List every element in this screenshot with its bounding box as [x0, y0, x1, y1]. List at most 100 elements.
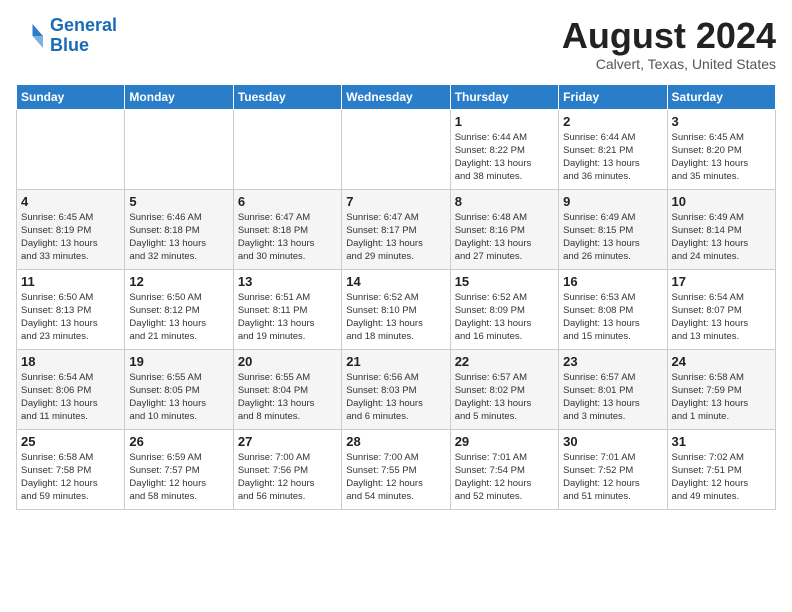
- day-number: 5: [129, 194, 228, 209]
- day-info: Sunrise: 6:58 AM Sunset: 7:59 PM Dayligh…: [672, 371, 771, 424]
- day-number: 6: [238, 194, 337, 209]
- day-number: 18: [21, 354, 120, 369]
- calendar-cell: 20Sunrise: 6:55 AM Sunset: 8:04 PM Dayli…: [233, 349, 341, 429]
- calendar-cell: 21 Sunrise: 6:56 AM Sunset: 8:03 PM Dayli…: [342, 349, 450, 429]
- day-number: 8: [455, 194, 554, 209]
- day-number: 13: [238, 274, 337, 289]
- day-number: 9: [563, 194, 662, 209]
- day-info: Sunrise: 6:57 AM Sunset: 8:01 PM Dayligh…: [563, 371, 662, 424]
- day-number: 11: [21, 274, 120, 289]
- weekday-header-row: SundayMondayTuesdayWednesdayThursdayFrid…: [17, 84, 776, 109]
- day-info: Sunrise: 6:44 AM Sunset: 8:22 PM Dayligh…: [455, 131, 554, 184]
- calendar-cell: 3Sunrise: 6:45 AM Sunset: 8:20 PM Daylig…: [667, 109, 775, 189]
- day-number: 10: [672, 194, 771, 209]
- weekday-header-saturday: Saturday: [667, 84, 775, 109]
- month-title: August 2024: [562, 16, 776, 56]
- day-info: Sunrise: 7:00 AM Sunset: 7:56 PM Dayligh…: [238, 451, 337, 504]
- calendar-week-row: 4 Sunrise: 6:45 AM Sunset: 8:19 PM Daylig…: [17, 189, 776, 269]
- calendar-cell: [342, 109, 450, 189]
- day-number: 19: [129, 354, 228, 369]
- calendar-cell: 16Sunrise: 6:53 AM Sunset: 8:08 PM Dayli…: [559, 269, 667, 349]
- weekday-header-monday: Monday: [125, 84, 233, 109]
- calendar-cell: 15Sunrise: 6:52 AM Sunset: 8:09 PM Dayli…: [450, 269, 558, 349]
- calendar-cell: 12 Sunrise: 6:50 AM Sunset: 8:12 PM Dayli…: [125, 269, 233, 349]
- calendar-week-row: 25 Sunrise: 6:58 AM Sunset: 7:58 PM Dayli…: [17, 429, 776, 509]
- day-info: Sunrise: 6:44 AM Sunset: 8:21 PM Dayligh…: [563, 131, 662, 184]
- logo: General Blue: [16, 16, 117, 56]
- calendar-cell: 25 Sunrise: 6:58 AM Sunset: 7:58 PM Dayli…: [17, 429, 125, 509]
- calendar-cell: 9 Sunrise: 6:49 AM Sunset: 8:15 PM Daylig…: [559, 189, 667, 269]
- calendar-cell: 28 Sunrise: 7:00 AM Sunset: 7:55 PM Dayli…: [342, 429, 450, 509]
- day-info: Sunrise: 7:01 AM Sunset: 7:52 PM Dayligh…: [563, 451, 662, 504]
- day-info: Sunrise: 6:49 AM Sunset: 8:15 PM Dayligh…: [563, 211, 662, 264]
- calendar-cell: 1 Sunrise: 6:44 AM Sunset: 8:22 PM Daylig…: [450, 109, 558, 189]
- day-info: Sunrise: 6:46 AM Sunset: 8:18 PM Dayligh…: [129, 211, 228, 264]
- day-number: 28: [346, 434, 445, 449]
- day-number: 30: [563, 434, 662, 449]
- day-info: Sunrise: 6:48 AM Sunset: 8:16 PM Dayligh…: [455, 211, 554, 264]
- calendar-cell: 17 Sunrise: 6:54 AM Sunset: 8:07 PM Dayli…: [667, 269, 775, 349]
- calendar-cell: 7Sunrise: 6:47 AM Sunset: 8:17 PM Daylig…: [342, 189, 450, 269]
- day-number: 1: [455, 114, 554, 129]
- day-info: Sunrise: 6:55 AM Sunset: 8:05 PM Dayligh…: [129, 371, 228, 424]
- calendar-cell: 5 Sunrise: 6:46 AM Sunset: 8:18 PM Daylig…: [125, 189, 233, 269]
- day-info: Sunrise: 6:58 AM Sunset: 7:58 PM Dayligh…: [21, 451, 120, 504]
- calendar-cell: 2Sunrise: 6:44 AM Sunset: 8:21 PM Daylig…: [559, 109, 667, 189]
- day-number: 22: [455, 354, 554, 369]
- calendar-cell: 14Sunrise: 6:52 AM Sunset: 8:10 PM Dayli…: [342, 269, 450, 349]
- day-info: Sunrise: 6:50 AM Sunset: 8:13 PM Dayligh…: [21, 291, 120, 344]
- calendar-week-row: 18 Sunrise: 6:54 AM Sunset: 8:06 PM Dayli…: [17, 349, 776, 429]
- weekday-header-friday: Friday: [559, 84, 667, 109]
- calendar-cell: 26 Sunrise: 6:59 AM Sunset: 7:57 PM Dayli…: [125, 429, 233, 509]
- calendar-cell: 4 Sunrise: 6:45 AM Sunset: 8:19 PM Daylig…: [17, 189, 125, 269]
- day-info: Sunrise: 6:56 AM Sunset: 8:03 PM Dayligh…: [346, 371, 445, 424]
- calendar-cell: 27 Sunrise: 7:00 AM Sunset: 7:56 PM Dayli…: [233, 429, 341, 509]
- day-info: Sunrise: 6:49 AM Sunset: 8:14 PM Dayligh…: [672, 211, 771, 264]
- calendar-cell: 23Sunrise: 6:57 AM Sunset: 8:01 PM Dayli…: [559, 349, 667, 429]
- day-info: Sunrise: 6:54 AM Sunset: 8:06 PM Dayligh…: [21, 371, 120, 424]
- day-info: Sunrise: 7:00 AM Sunset: 7:55 PM Dayligh…: [346, 451, 445, 504]
- weekday-header-wednesday: Wednesday: [342, 84, 450, 109]
- calendar-cell: [17, 109, 125, 189]
- calendar-cell: 22 Sunrise: 6:57 AM Sunset: 8:02 PM Dayli…: [450, 349, 558, 429]
- day-info: Sunrise: 6:47 AM Sunset: 8:17 PM Dayligh…: [346, 211, 445, 264]
- day-number: 12: [129, 274, 228, 289]
- header: General Blue August 2024 Calvert, Texas,…: [16, 16, 776, 72]
- day-number: 27: [238, 434, 337, 449]
- day-number: 31: [672, 434, 771, 449]
- page: General Blue August 2024 Calvert, Texas,…: [0, 0, 792, 520]
- calendar-table: SundayMondayTuesdayWednesdayThursdayFrid…: [16, 84, 776, 510]
- day-number: 24: [672, 354, 771, 369]
- weekday-header-sunday: Sunday: [17, 84, 125, 109]
- calendar-cell: 18 Sunrise: 6:54 AM Sunset: 8:06 PM Dayli…: [17, 349, 125, 429]
- day-info: Sunrise: 6:57 AM Sunset: 8:02 PM Dayligh…: [455, 371, 554, 424]
- calendar-cell: [233, 109, 341, 189]
- day-number: 3: [672, 114, 771, 129]
- title-block: August 2024 Calvert, Texas, United State…: [562, 16, 776, 72]
- logo-icon: [16, 21, 46, 51]
- calendar-week-row: 11 Sunrise: 6:50 AM Sunset: 8:13 PM Dayli…: [17, 269, 776, 349]
- day-number: 29: [455, 434, 554, 449]
- day-info: Sunrise: 6:50 AM Sunset: 8:12 PM Dayligh…: [129, 291, 228, 344]
- day-number: 17: [672, 274, 771, 289]
- calendar-cell: 19 Sunrise: 6:55 AM Sunset: 8:05 PM Dayli…: [125, 349, 233, 429]
- calendar-cell: 29Sunrise: 7:01 AM Sunset: 7:54 PM Dayli…: [450, 429, 558, 509]
- day-number: 16: [563, 274, 662, 289]
- day-info: Sunrise: 6:45 AM Sunset: 8:19 PM Dayligh…: [21, 211, 120, 264]
- calendar-cell: [125, 109, 233, 189]
- weekday-header-thursday: Thursday: [450, 84, 558, 109]
- day-number: 20: [238, 354, 337, 369]
- day-number: 4: [21, 194, 120, 209]
- day-info: Sunrise: 6:51 AM Sunset: 8:11 PM Dayligh…: [238, 291, 337, 344]
- day-info: Sunrise: 6:54 AM Sunset: 8:07 PM Dayligh…: [672, 291, 771, 344]
- day-number: 14: [346, 274, 445, 289]
- day-info: Sunrise: 6:59 AM Sunset: 7:57 PM Dayligh…: [129, 451, 228, 504]
- calendar-cell: 6Sunrise: 6:47 AM Sunset: 8:18 PM Daylig…: [233, 189, 341, 269]
- calendar-cell: 30 Sunrise: 7:01 AM Sunset: 7:52 PM Dayli…: [559, 429, 667, 509]
- day-info: Sunrise: 6:52 AM Sunset: 8:09 PM Dayligh…: [455, 291, 554, 344]
- day-number: 26: [129, 434, 228, 449]
- calendar-week-row: 1 Sunrise: 6:44 AM Sunset: 8:22 PM Daylig…: [17, 109, 776, 189]
- day-number: 25: [21, 434, 120, 449]
- day-number: 21: [346, 354, 445, 369]
- calendar-cell: 13 Sunrise: 6:51 AM Sunset: 8:11 PM Dayli…: [233, 269, 341, 349]
